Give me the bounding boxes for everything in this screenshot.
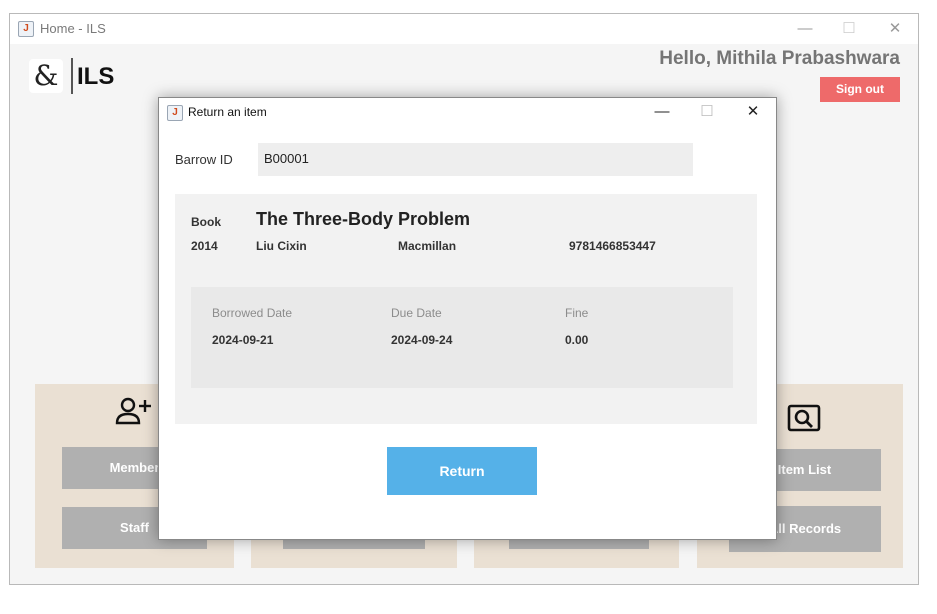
loan-details-box: Borrowed Date 2024-09-21 Due Date 2024-0… (191, 287, 733, 388)
fine-value: 0.00 (565, 333, 589, 347)
main-window-title: Home - ILS (40, 21, 106, 36)
due-date-value: 2024-09-24 (391, 333, 453, 347)
due-date-label: Due Date (391, 306, 442, 320)
item-publisher: Macmillan (398, 239, 457, 253)
logo-icon: & (29, 59, 63, 93)
return-item-dialog: J Return an item — ☐ ✕ Barrow ID B00001 … (158, 97, 777, 540)
add-user-icon (115, 397, 151, 425)
maximize-button[interactable]: ☐ (834, 18, 864, 40)
borrow-id-label: Barrow ID (175, 152, 233, 167)
main-titlebar: J Home - ILS — ☐ ✕ (10, 14, 918, 44)
item-author: Liu Cixin (256, 239, 307, 253)
minimize-button[interactable]: — (790, 18, 820, 40)
item-year: 2014 (191, 239, 218, 253)
greeting-text: Hello, Mithila Prabashwara (659, 48, 900, 69)
java-app-icon: J (167, 105, 183, 121)
item-details-panel: Book The Three-Body Problem 2014 Liu Cix… (175, 194, 757, 424)
java-app-icon: J (18, 21, 34, 37)
item-title: The Three-Body Problem (256, 209, 471, 229)
return-button[interactable]: Return (387, 447, 537, 495)
borrowed-date-label: Borrowed Date (212, 306, 293, 320)
dialog-title: Return an item (188, 105, 267, 119)
sign-out-button[interactable]: Sign out (820, 77, 900, 102)
borrowed-date-value: 2024-09-21 (212, 333, 274, 347)
dialog-minimize-button[interactable]: — (647, 101, 677, 123)
item-type: Book (191, 215, 221, 229)
borrow-id-input[interactable]: B00001 (258, 143, 693, 176)
item-isbn: 9781466853447 (569, 239, 656, 253)
dialog-maximize-button[interactable]: ☐ (692, 101, 722, 123)
logo-divider (71, 58, 73, 94)
fine-label: Fine (565, 306, 589, 320)
close-button[interactable]: ✕ (880, 18, 910, 40)
search-icon (787, 404, 821, 432)
dialog-close-button[interactable]: ✕ (738, 101, 768, 123)
logo-text: ILS (77, 63, 115, 90)
